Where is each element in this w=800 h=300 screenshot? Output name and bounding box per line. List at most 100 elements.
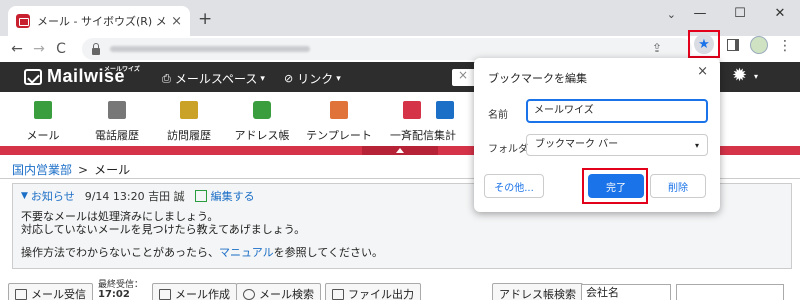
reload-button[interactable]: C: [50, 41, 72, 57]
gear-icon[interactable]: ✹: [732, 65, 747, 86]
tool-label: テンプレート: [306, 129, 372, 142]
compose-label: メール作成: [175, 288, 230, 300]
tool-address-book[interactable]: アドレス帳: [222, 98, 302, 143]
last-received-time: 17:02: [98, 289, 130, 300]
receive-mail-button[interactable]: メール受信: [8, 283, 93, 300]
nav-mailspace[interactable]: ⎙ メールスペース ▾: [162, 70, 265, 87]
file-export-button[interactable]: ファイル出力: [325, 283, 421, 300]
dialog-title: ブックマークを編集: [488, 72, 587, 85]
window-controls: — ☐ ✕: [680, 0, 800, 30]
bookmark-star-icon[interactable]: ★: [694, 34, 714, 54]
address-bar[interactable]: ⇪: [82, 38, 692, 60]
search-label: メール検索: [259, 288, 314, 300]
forward-button[interactable]: →: [28, 41, 50, 57]
search-icon: [243, 288, 255, 300]
browser-menu-icon[interactable]: ⋮: [778, 38, 792, 54]
collapse-caret-icon[interactable]: ▼: [21, 191, 28, 201]
collapse-arrow-icon: [396, 148, 404, 153]
tab-close-icon[interactable]: ×: [171, 14, 182, 29]
name-label: 名前: [488, 110, 508, 121]
search-text-input[interactable]: [676, 284, 784, 300]
chevron-down-icon: ▾: [260, 73, 265, 84]
notice-text: を参照してください。: [273, 246, 384, 259]
edit-label: 編集する: [210, 190, 255, 203]
breadcrumb: 国内営業部 > メール: [12, 161, 130, 178]
folder-value: ブックマーク バー: [535, 139, 619, 150]
note-icon: [180, 101, 198, 119]
search-mail-button[interactable]: メール検索: [236, 283, 321, 300]
tool-template[interactable]: テンプレート: [299, 98, 379, 143]
mailspace-icon: ⎙: [162, 71, 171, 85]
tab-search-icon[interactable]: ⌄: [667, 8, 676, 21]
address-search-label: アドレス帳検索: [499, 288, 576, 300]
chevron-down-icon: ▾: [694, 141, 699, 150]
address-book-search-button[interactable]: アドレス帳検索: [492, 283, 583, 300]
tool-label: メール: [26, 129, 60, 142]
aggregate-icon: [436, 101, 454, 119]
inbox-icon: [15, 288, 27, 300]
compose-icon: [159, 288, 171, 300]
logo-kana: メールワイズ: [104, 66, 140, 73]
last-received: 最終受信： 17:02: [98, 280, 143, 300]
header-search-input[interactable]: [452, 68, 474, 86]
blurred-url: [110, 46, 310, 52]
tool-visit-history[interactable]: 訪問履歴: [149, 98, 229, 143]
minimize-button[interactable]: —: [680, 0, 720, 30]
folder-icon: [34, 101, 52, 119]
tool-phone-history[interactable]: 電話履歴: [77, 98, 157, 143]
more-button[interactable]: その他...: [484, 174, 544, 198]
template-icon: [330, 101, 348, 119]
profile-avatar[interactable]: [750, 36, 768, 54]
chevron-down-icon: ▾: [336, 73, 341, 84]
chevron-down-icon[interactable]: ▾: [754, 72, 758, 81]
address-book-icon: [253, 101, 271, 119]
breadcrumb-parent-link[interactable]: 国内営業部: [12, 161, 72, 178]
page-title: メール: [94, 163, 131, 177]
tool-label: 訪問履歴: [167, 129, 211, 142]
lock-icon: [92, 42, 100, 55]
notice-text: 操作方法でわからないことがあったら、: [21, 246, 219, 259]
compose-mail-button[interactable]: メール作成: [152, 283, 237, 300]
notice-meta: 9/14 13:20 吉田 誠: [84, 190, 185, 203]
tab-title: メール - サイボウズ(R) メールワイズ(R): [37, 15, 167, 28]
collapse-toggle[interactable]: [362, 146, 438, 155]
tool-label: アドレス帳: [234, 129, 290, 142]
breadcrumb-separator: >: [78, 162, 89, 177]
phone-icon: [108, 101, 126, 119]
new-tab-button[interactable]: +: [198, 9, 212, 29]
notice-line: 操作方法でわからないことがあったら、マニュアルを参照してください。: [21, 246, 783, 259]
file-icon: [332, 288, 344, 300]
bookmark-star-highlight: ★: [688, 30, 720, 58]
manual-link[interactable]: マニュアル: [219, 246, 274, 259]
mailwise-logo[interactable]: Mailwise メールワイズ: [24, 66, 140, 87]
company-name-select[interactable]: 会社名: [581, 284, 671, 300]
file-export-label: ファイル出力: [348, 288, 414, 300]
close-icon[interactable]: ×: [697, 64, 708, 79]
broadcast-icon: [403, 101, 421, 119]
folder-select[interactable]: ブックマーク バー ▾: [526, 134, 708, 156]
maximize-button[interactable]: ☐: [720, 0, 760, 30]
tool-label: 電話履歴: [95, 129, 139, 142]
notice-title[interactable]: お知らせ: [31, 188, 75, 204]
side-panel-icon[interactable]: [727, 39, 739, 51]
browser-tab-strip: メール - サイボウズ(R) メールワイズ(R) × + ⌄ — ☐ ✕: [0, 0, 800, 36]
folder-label: フォルダ: [488, 144, 528, 155]
tool-mail[interactable]: メール: [3, 98, 83, 143]
tool-aggregate[interactable]: 集計: [425, 98, 465, 143]
mailwise-logo-icon: [24, 68, 42, 85]
done-button-highlight: [582, 168, 648, 204]
back-button[interactable]: ←: [6, 41, 28, 57]
link-icon: ⊘: [284, 72, 294, 85]
notice-line: 対応していないメールを見つけたら教えてあげましょう。: [21, 223, 306, 236]
mailwise-favicon-icon: [16, 14, 30, 28]
nav-mailspace-label: メールスペース: [174, 72, 258, 86]
nav-link[interactable]: ⊘ リンク ▾: [284, 70, 341, 87]
bookmark-name-input[interactable]: メールワイズ: [526, 99, 708, 123]
receive-label: メール受信: [31, 288, 86, 300]
browser-tab[interactable]: メール - サイボウズ(R) メールワイズ(R) ×: [8, 6, 190, 36]
share-icon[interactable]: ⇪: [652, 41, 662, 55]
edit-notice-link[interactable]: 編集する: [194, 188, 255, 204]
close-window-button[interactable]: ✕: [760, 0, 800, 30]
delete-button[interactable]: 削除: [650, 174, 706, 198]
nav-link-label: リンク: [297, 72, 334, 86]
